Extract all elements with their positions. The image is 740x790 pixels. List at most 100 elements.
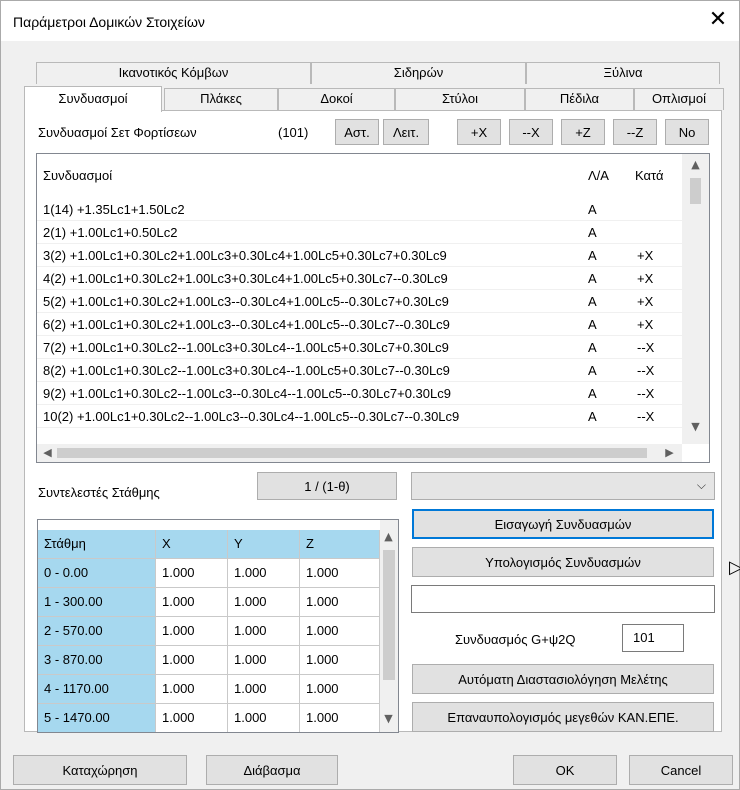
combo-formula: 5(2) +1.00Lc1+0.30Lc2+1.00Lc3--0.30Lc4+1… — [43, 294, 449, 309]
minus-z-button[interactable]: --Z — [613, 119, 657, 145]
combo-la: A — [588, 409, 597, 424]
combo-formula: 6(2) +1.00Lc1+0.30Lc2+1.00Lc3--0.30Lc4+1… — [43, 317, 450, 332]
grid-cell[interactable]: 1.000 — [228, 617, 300, 646]
compute-combos-button[interactable]: Υπολογισμός Συνδυασμών — [412, 547, 714, 577]
grid-cell[interactable]: 1.000 — [156, 704, 228, 732]
combo-kata: +X — [637, 271, 654, 286]
list-horizontal-scrollbar[interactable]: ◀ ▶ — [37, 444, 682, 462]
close-icon[interactable]: ✕ — [701, 5, 735, 37]
grid-scroll-down-icon[interactable]: ▼ — [380, 712, 397, 725]
grid-cell[interactable]: 1.000 — [228, 559, 300, 588]
window-title: Παράμετροι Δομικών Στοιχείων — [13, 14, 205, 30]
grid-cell[interactable]: 1.000 — [300, 646, 380, 675]
grid-cell[interactable]: 1.000 — [156, 646, 228, 675]
grid-vertical-scrollbar[interactable]: ▲ ▼ — [380, 520, 398, 732]
tab-xylina[interactable]: Ξύλινα — [526, 62, 720, 84]
ast-button[interactable]: Αστ. — [335, 119, 379, 145]
grid-cell[interactable]: 1.000 — [300, 675, 380, 704]
col-header-combos[interactable]: Συνδυασμοί — [43, 168, 112, 183]
combinations-list-header: Συνδυασμοί Λ/Α Κατά — [37, 154, 682, 198]
level-combo-select[interactable]: ⌵ — [411, 472, 715, 500]
grid-cell[interactable]: 1.000 — [300, 617, 380, 646]
col-header-la[interactable]: Λ/Α — [588, 168, 609, 183]
tab-sidiron[interactable]: Σιδηρών — [311, 62, 526, 84]
table-row[interactable]: 4(2) +1.00Lc1+0.30Lc2+1.00Lc3+0.30Lc4+1.… — [37, 267, 682, 290]
g-psi-label: Συνδυασμός G+ψ2Q — [455, 632, 576, 647]
plus-x-button[interactable]: +X — [457, 119, 501, 145]
combo-kata: +X — [637, 294, 654, 309]
grid-row-header: 4 - 1170.00 — [38, 675, 156, 704]
grid-cell[interactable]: 1.000 — [156, 588, 228, 617]
levels-grid[interactable]: Στάθμη X Y Z 0 - 0.00 1.000 1.000 1.000 1 - 300.… — [37, 519, 399, 733]
table-row[interactable]: 9(2) +1.00Lc1+0.30Lc2--1.00Lc3--0.30Lc4-… — [37, 382, 682, 405]
tab-syndyasmoi[interactable]: Συνδυασμοί — [24, 86, 162, 112]
combo-la: A — [588, 248, 597, 263]
combo-formula: 8(2) +1.00Lc1+0.30Lc2--1.00Lc3+0.30Lc4--… — [43, 363, 450, 378]
scroll-right-icon[interactable]: ▶ — [661, 446, 678, 459]
table-row[interactable]: 1(14) +1.35Lc1+1.50Lc2 A — [37, 198, 682, 221]
recompute-kanepe-button[interactable]: Επαναυπολογισμός μεγεθών ΚΑΝ.ΕΠΕ. — [412, 702, 714, 732]
auto-design-button[interactable]: Αυτόματη Διαστασιολόγηση Μελέτης — [412, 664, 714, 694]
table-row[interactable]: 5(2) +1.00Lc1+0.30Lc2+1.00Lc3--0.30Lc4+1… — [37, 290, 682, 313]
combo-la: A — [588, 225, 597, 240]
table-row[interactable]: 7(2) +1.00Lc1+0.30Lc2--1.00Lc3+0.30Lc4--… — [37, 336, 682, 359]
grid-row-header: 1 - 300.00 — [38, 588, 156, 617]
grid-cell[interactable]: 1.000 — [228, 588, 300, 617]
g-psi-input[interactable]: 101 — [622, 624, 684, 652]
read-button[interactable]: Διάβασμα — [206, 755, 338, 785]
combo-la: A — [588, 317, 597, 332]
combo-la: A — [588, 363, 597, 378]
grid-cell[interactable]: 1.000 — [156, 617, 228, 646]
grid-col-header: Z — [300, 530, 380, 559]
grid-cell[interactable]: 1.000 — [228, 646, 300, 675]
grid-cell[interactable]: 1.000 — [300, 704, 380, 732]
grid-cell[interactable]: 1.000 — [300, 588, 380, 617]
scroll-up-icon[interactable]: ▲ — [687, 158, 704, 171]
leit-button[interactable]: Λειτ. — [383, 119, 429, 145]
tab-styloi[interactable]: Στύλοι — [395, 88, 525, 110]
tab-pedila[interactable]: Πέδιλα — [525, 88, 634, 110]
grid-row-header: 0 - 0.00 — [38, 559, 156, 588]
combo-formula: 3(2) +1.00Lc1+0.30Lc2+1.00Lc3+0.30Lc4+1.… — [43, 248, 447, 263]
table-row[interactable]: 3(2) +1.00Lc1+0.30Lc2+1.00Lc3+0.30Lc4+1.… — [37, 244, 682, 267]
tab-ikanotikos-komvon[interactable]: Ικανοτικός Κόμβων — [36, 62, 311, 84]
table-row[interactable]: 8(2) +1.00Lc1+0.30Lc2--1.00Lc3+0.30Lc4--… — [37, 359, 682, 382]
save-button[interactable]: Καταχώρηση — [13, 755, 187, 785]
grid-cell[interactable]: 1.000 — [228, 704, 300, 732]
combo-formula: 10(2) +1.00Lc1+0.30Lc2--1.00Lc3--0.30Lc4… — [43, 409, 460, 424]
list-vscroll-thumb[interactable] — [690, 178, 701, 204]
combo-formula: 7(2) +1.00Lc1+0.30Lc2--1.00Lc3+0.30Lc4--… — [43, 340, 449, 355]
chevron-down-icon: ⌵ — [696, 478, 706, 492]
theta-button[interactable]: 1 / (1-θ) — [257, 472, 397, 500]
status-textbox[interactable] — [411, 585, 715, 613]
list-hscroll-thumb[interactable] — [57, 448, 647, 458]
tab-dokoi[interactable]: Δοκοί — [278, 88, 395, 110]
ok-button[interactable]: OK — [513, 755, 617, 785]
no-button[interactable]: No — [665, 119, 709, 145]
scroll-down-icon[interactable]: ▼ — [687, 420, 704, 433]
plus-z-button[interactable]: +Z — [561, 119, 605, 145]
col-header-kata[interactable]: Κατά — [635, 168, 664, 183]
tab-oplismoi[interactable]: Οπλισμοί — [634, 88, 724, 110]
combo-formula: 2(1) +1.00Lc1+0.50Lc2 — [43, 225, 178, 240]
dialog-window: Παράμετροι Δομικών Στοιχείων ✕ Ικανοτικό… — [0, 0, 740, 790]
cancel-button[interactable]: Cancel — [629, 755, 733, 785]
grid-cell[interactable]: 1.000 — [156, 675, 228, 704]
grid-vscroll-thumb[interactable] — [383, 550, 395, 680]
grid-cell[interactable]: 1.000 — [300, 559, 380, 588]
scroll-left-icon[interactable]: ◀ — [39, 446, 56, 459]
combinations-list[interactable]: Συνδυασμοί Λ/Α Κατά 1(14) +1.35Lc1+1.50L… — [36, 153, 710, 463]
grid-cell[interactable]: 1.000 — [156, 559, 228, 588]
table-row[interactable]: 2(1) +1.00Lc1+0.50Lc2 A — [37, 221, 682, 244]
grid-cell[interactable]: 1.000 — [228, 675, 300, 704]
grid-scroll-up-icon[interactable]: ▲ — [380, 530, 397, 543]
table-row[interactable]: 10(2) +1.00Lc1+0.30Lc2--1.00Lc3--0.30Lc4… — [37, 405, 682, 428]
table-row[interactable]: 6(2) +1.00Lc1+0.30Lc2+1.00Lc3--0.30Lc4+1… — [37, 313, 682, 336]
grid-row-header: 2 - 570.00 — [38, 617, 156, 646]
list-vertical-scrollbar[interactable]: ▲ ▼ — [682, 154, 709, 444]
minus-x-button[interactable]: --X — [509, 119, 553, 145]
load-sets-label: Συνδυασμοί Σετ Φορτίσεων — [38, 125, 197, 140]
insert-combos-button[interactable]: Εισαγωγή Συνδυασμών — [412, 509, 714, 539]
combo-la: A — [588, 271, 597, 286]
tab-plakes[interactable]: Πλάκες — [164, 88, 278, 110]
